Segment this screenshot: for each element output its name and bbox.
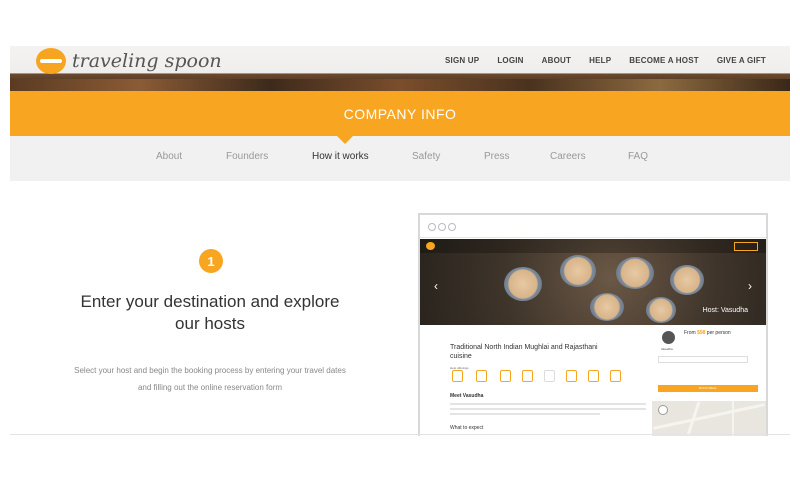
preview-logo-icon [426, 242, 435, 250]
bowl-image [560, 255, 596, 287]
company-info-banner: COMPANY INFO [10, 91, 790, 136]
header-background-photo [10, 79, 790, 91]
preview-nav [420, 239, 766, 253]
site-header: traveling spoon SIGN UP LOGIN ABOUT HELP… [10, 46, 790, 91]
step-desc-line-2: and filling out the online reservation f… [137, 383, 283, 392]
offering-icon [476, 370, 487, 382]
preview-what-to-expect: What to expect [450, 425, 484, 431]
tab-founders[interactable]: Founders [226, 151, 268, 162]
text-placeholder-line [450, 408, 646, 410]
logo[interactable]: traveling spoon [36, 48, 222, 74]
preview-date-field [658, 356, 748, 363]
top-nav: SIGN UP LOGIN ABOUT HELP BECOME A HOST G… [427, 56, 766, 65]
preview-hero-image: ‹ › Host: Vasudha [420, 239, 766, 325]
active-tab-pointer [337, 136, 353, 144]
bowl-image [590, 293, 624, 321]
spoon-logo-icon [36, 48, 66, 74]
step-number-badge: 1 [199, 249, 223, 273]
step-desc-line-1: Select your host and begin the booking p… [74, 366, 346, 375]
host-page-preview: ‹ › Host: Vasudha Traditional North Indi… [418, 213, 768, 436]
step-title-line-2: our hosts [175, 314, 245, 333]
preview-booking-panel: Vasudha From $98 per person BOOK MEAL [652, 325, 766, 436]
tab-about[interactable]: About [156, 151, 182, 162]
banner-title: COMPANY INFO [343, 105, 457, 122]
nav-become-a-host[interactable]: BECOME A HOST [629, 56, 699, 65]
preview-map [652, 401, 766, 436]
tab-careers[interactable]: Careers [550, 151, 586, 162]
chevron-right-icon: › [748, 279, 752, 293]
text-placeholder-line [450, 403, 646, 405]
offering-icon [588, 370, 599, 382]
section-divider [10, 434, 790, 435]
browser-bar [420, 215, 766, 238]
nav-login[interactable]: LOGIN [497, 56, 523, 65]
preview-price: From $98 per person [684, 330, 731, 336]
price-prefix: From [684, 330, 698, 336]
step-title: Enter your destination and explore our h… [40, 291, 380, 335]
company-tabs: About Founders How it works Safety Press… [10, 136, 790, 181]
price-suffix: per person [705, 330, 731, 336]
nav-help[interactable]: HELP [589, 56, 611, 65]
offering-icon [566, 370, 577, 382]
preview-nav-button [734, 242, 758, 251]
text-placeholder-line [450, 413, 600, 415]
nav-about[interactable]: ABOUT [542, 56, 571, 65]
offering-icon [500, 370, 511, 382]
offering-icon [610, 370, 621, 382]
step-description: Select your host and begin the booking p… [40, 362, 380, 396]
tab-how-it-works[interactable]: How it works [312, 151, 369, 162]
map-pin-icon [658, 405, 668, 415]
nav-give-a-gift[interactable]: GIVE A GIFT [717, 56, 766, 65]
map-road [732, 401, 734, 436]
preview-meet-heading: Meet Vasudha [450, 393, 484, 399]
map-road [652, 403, 766, 430]
offering-icon [452, 370, 463, 382]
chevron-left-icon: ‹ [434, 279, 438, 293]
preview-meal-title: Traditional North Indian Mughlai and Raj… [450, 344, 598, 360]
logo-text: traveling spoon [72, 50, 222, 72]
tab-safety[interactable]: Safety [412, 151, 440, 162]
offering-icon [544, 370, 555, 382]
preview-host-caption: Host: Vasudha [702, 307, 748, 314]
bowl-image [616, 257, 654, 289]
bowl-image [670, 265, 704, 295]
window-dot-icon [438, 223, 446, 231]
bowl-image [504, 267, 542, 301]
avatar [662, 331, 675, 344]
tab-faq[interactable]: FAQ [628, 151, 648, 162]
avatar-name: Vasudha [661, 347, 673, 351]
bowl-image [646, 297, 676, 323]
window-dot-icon [448, 223, 456, 231]
offering-icon [522, 370, 533, 382]
nav-sign-up[interactable]: SIGN UP [445, 56, 479, 65]
step-title-line-1: Enter your destination and explore [80, 292, 340, 311]
preview-book-button: BOOK MEAL [658, 385, 758, 392]
tab-press[interactable]: Press [484, 151, 510, 162]
window-dot-icon [428, 223, 436, 231]
